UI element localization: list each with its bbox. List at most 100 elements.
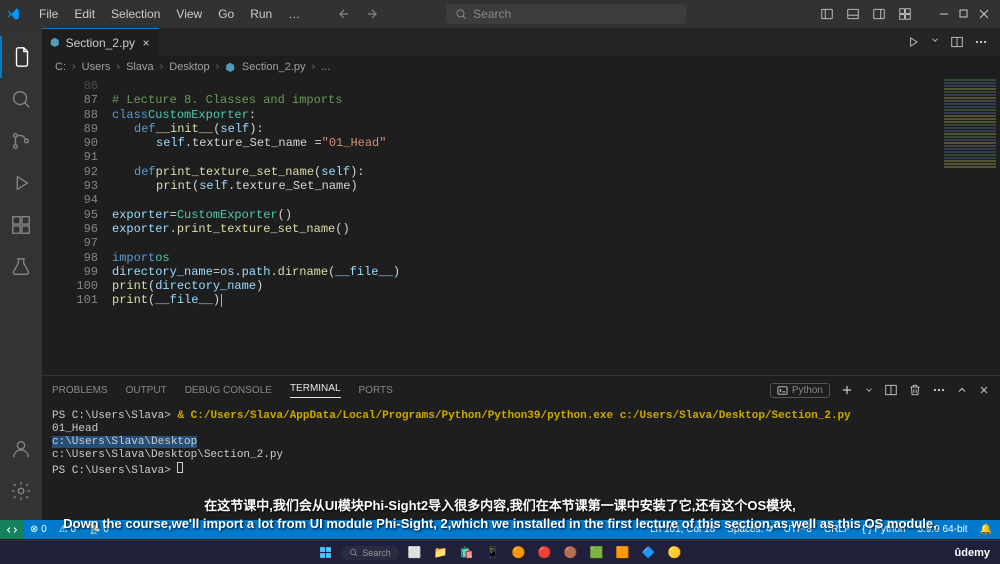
activity-settings[interactable] [0,470,42,512]
menu-run[interactable]: Run [243,4,279,24]
statusbar: ⊗ 0 ⚠ 0 📡 0 Ln 101, Col 18 Spaces: 4 UTF… [0,520,1000,539]
split-terminal-icon[interactable] [884,383,898,397]
terminal-content[interactable]: PS C:\Users\Slava> & C:/Users/Slava/AppD… [42,404,1000,520]
bc-slava[interactable]: Slava [126,61,154,73]
status-errors[interactable]: ⊗ 0 [30,524,47,535]
panel-tab-ports[interactable]: PORTS [359,385,393,396]
terminal-icon [777,385,788,396]
tab-label: Section_2.py [66,36,135,50]
tab-close-icon[interactable]: × [141,36,151,50]
window-minimize[interactable] [934,4,954,24]
bc-file[interactable]: Section_2.py [242,61,306,73]
term-output: c:\Users\Slava\Desktop\Section_2.py [52,449,990,462]
taskbar-app2-icon[interactable]: 🟧 [613,545,633,561]
activity-source-control[interactable] [0,120,42,162]
menu-edit[interactable]: Edit [67,4,102,24]
bc-desktop[interactable]: Desktop [169,61,209,73]
panel-tab-terminal[interactable]: TERMINAL [290,383,341,398]
search-icon [455,8,467,20]
window-close[interactable] [974,4,994,24]
panel-tab-output[interactable]: OUTPUT [126,385,167,396]
taskbar-painter-icon[interactable]: 🟩 [587,545,607,561]
activity-search[interactable] [0,78,42,120]
taskbar-app3-icon[interactable]: 🟡 [665,545,685,561]
taskbar-start-icon[interactable] [315,545,335,561]
menu-file[interactable]: File [32,4,65,24]
nav-arrows [337,7,379,21]
status-warnings[interactable]: ⚠ 0 [59,524,76,535]
activity-explorer[interactable] [0,36,42,78]
bc-users[interactable]: Users [82,61,111,73]
bc-c[interactable]: C: [55,61,66,73]
titlebar: File Edit Selection View Go Run … Search [0,0,1000,28]
breadcrumb[interactable]: C:› Users› Slava› Desktop› ⬢ Section_2.p… [42,56,1000,78]
panel-maximize-icon[interactable] [956,384,968,396]
taskbar-store-icon[interactable]: 🛍️ [457,545,477,561]
panel-tabs: PROBLEMS OUTPUT DEBUG CONSOLE TERMINAL P… [42,376,1000,404]
panel-close-icon[interactable] [978,384,990,396]
terminal-profile-python[interactable]: Python [770,383,830,398]
layout-sidebar-left-icon[interactable] [820,7,834,21]
main-area: ⬢ Section_2.py × C:› Users› Slava› Deskt… [42,28,1000,520]
status-ports[interactable]: 📡 0 [88,524,109,535]
panel-more-icon[interactable] [932,383,946,397]
menu-more[interactable]: … [281,4,309,24]
status-lncol[interactable]: Ln 101, Col 18 [650,524,715,535]
split-editor-icon[interactable] [950,35,964,49]
menu-go[interactable]: Go [211,4,241,24]
terminal-cursor [177,462,183,473]
command-center[interactable]: Search [446,4,686,24]
status-notifications-icon[interactable]: 🔔 [980,524,992,535]
term-prompt: PS C:\Users\Slava> [52,410,171,422]
layout-controls [820,4,994,24]
menu-view[interactable]: View [169,4,209,24]
nav-forward-icon[interactable] [365,7,379,21]
activity-testing[interactable] [0,246,42,288]
taskbar-taskview-icon[interactable]: ⬜ [405,545,425,561]
status-encoding[interactable]: UTF-8 [784,524,812,535]
status-spaces[interactable]: Spaces: 4 [727,524,771,535]
tabbar: ⬢ Section_2.py × [42,28,1000,56]
taskbar-explorer-icon[interactable]: 📁 [431,545,451,561]
menubar: File Edit Selection View Go Run … [32,4,309,24]
udemy-watermark: ûdemy [955,547,990,559]
panel: PROBLEMS OUTPUT DEBUG CONSOLE TERMINAL P… [42,375,1000,520]
minimap[interactable] [940,78,1000,375]
kill-terminal-icon[interactable] [908,383,922,397]
taskbar-blender-icon[interactable]: 🟠 [509,545,529,561]
status-interpreter[interactable]: 3.9.9 64-bit [918,524,968,535]
layout-panel-icon[interactable] [846,7,860,21]
activity-accounts[interactable] [0,428,42,470]
status-eol[interactable]: CRLF [824,524,850,535]
status-lang[interactable]: { } Python [862,524,905,535]
taskbar-search[interactable]: Search [341,546,399,560]
panel-tab-problems[interactable]: PROBLEMS [52,385,108,396]
python-file-icon: ⬢ [225,61,235,74]
editor-actions [906,35,1000,49]
taskbar-chrome-icon[interactable]: 🔴 [535,545,555,561]
run-dropdown-icon[interactable] [930,35,940,45]
terminal-dropdown-icon[interactable] [864,385,874,395]
bc-more[interactable]: ... [321,61,330,73]
nav-back-icon[interactable] [337,7,351,21]
more-actions-icon[interactable] [974,35,988,49]
line-numbers: 8687888990919293949596979899100101 [42,78,112,375]
panel-tab-debug[interactable]: DEBUG CONSOLE [185,385,272,396]
taskbar-phonelink-icon[interactable]: 📱 [483,545,503,561]
code-content[interactable]: # Lecture 8. Classes and importsclass Cu… [112,78,1000,375]
menu-selection[interactable]: Selection [104,4,167,24]
layout-sidebar-right-icon[interactable] [872,7,886,21]
tab-section-2[interactable]: ⬢ Section_2.py × [42,28,159,56]
taskbar-app-icon[interactable]: 🟤 [561,545,581,561]
activity-run-debug[interactable] [0,162,42,204]
layout-customize-icon[interactable] [898,7,912,21]
search-placeholder: Search [473,7,511,21]
activity-extensions[interactable] [0,204,42,246]
new-terminal-icon[interactable] [840,383,854,397]
vscode-logo-icon [6,7,24,21]
editor[interactable]: 8687888990919293949596979899100101 # Lec… [42,78,1000,375]
window-maximize[interactable] [954,4,974,24]
run-file-icon[interactable] [906,35,920,49]
taskbar-vscode-icon[interactable]: 🔷 [639,545,659,561]
remote-indicator[interactable] [0,520,24,539]
